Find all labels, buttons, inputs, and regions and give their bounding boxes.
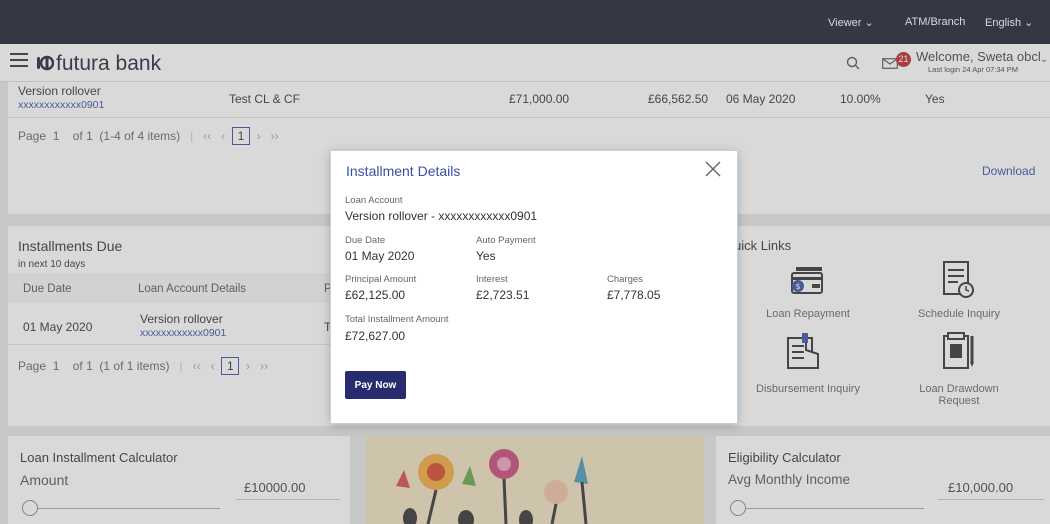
charges-label: Charges <box>607 274 643 285</box>
loan-account-label: Loan Account <box>345 195 403 206</box>
pay-now-button[interactable]: Pay Now <box>345 371 406 399</box>
charges-value: £7,778.05 <box>607 288 661 302</box>
modal-title: Installment Details <box>346 163 461 179</box>
due-date-value: 01 May 2020 <box>345 249 415 263</box>
auto-payment-label: Auto Payment <box>476 235 536 246</box>
interest-value: £2,723.51 <box>476 288 530 302</box>
installment-details-modal: Installment Details Loan Account Version… <box>331 151 737 423</box>
principal-label: Principal Amount <box>345 274 417 285</box>
principal-value: £62,125.00 <box>345 288 406 302</box>
interest-label: Interest <box>476 274 508 285</box>
close-icon[interactable] <box>703 159 723 179</box>
total-installment-value: £72,627.00 <box>345 329 406 343</box>
loan-account-value: Version rollover - xxxxxxxxxxxx0901 <box>345 209 538 223</box>
due-date-label: Due Date <box>345 235 386 246</box>
auto-payment-value: Yes <box>476 249 496 263</box>
total-installment-label: Total Installment Amount <box>345 314 449 325</box>
